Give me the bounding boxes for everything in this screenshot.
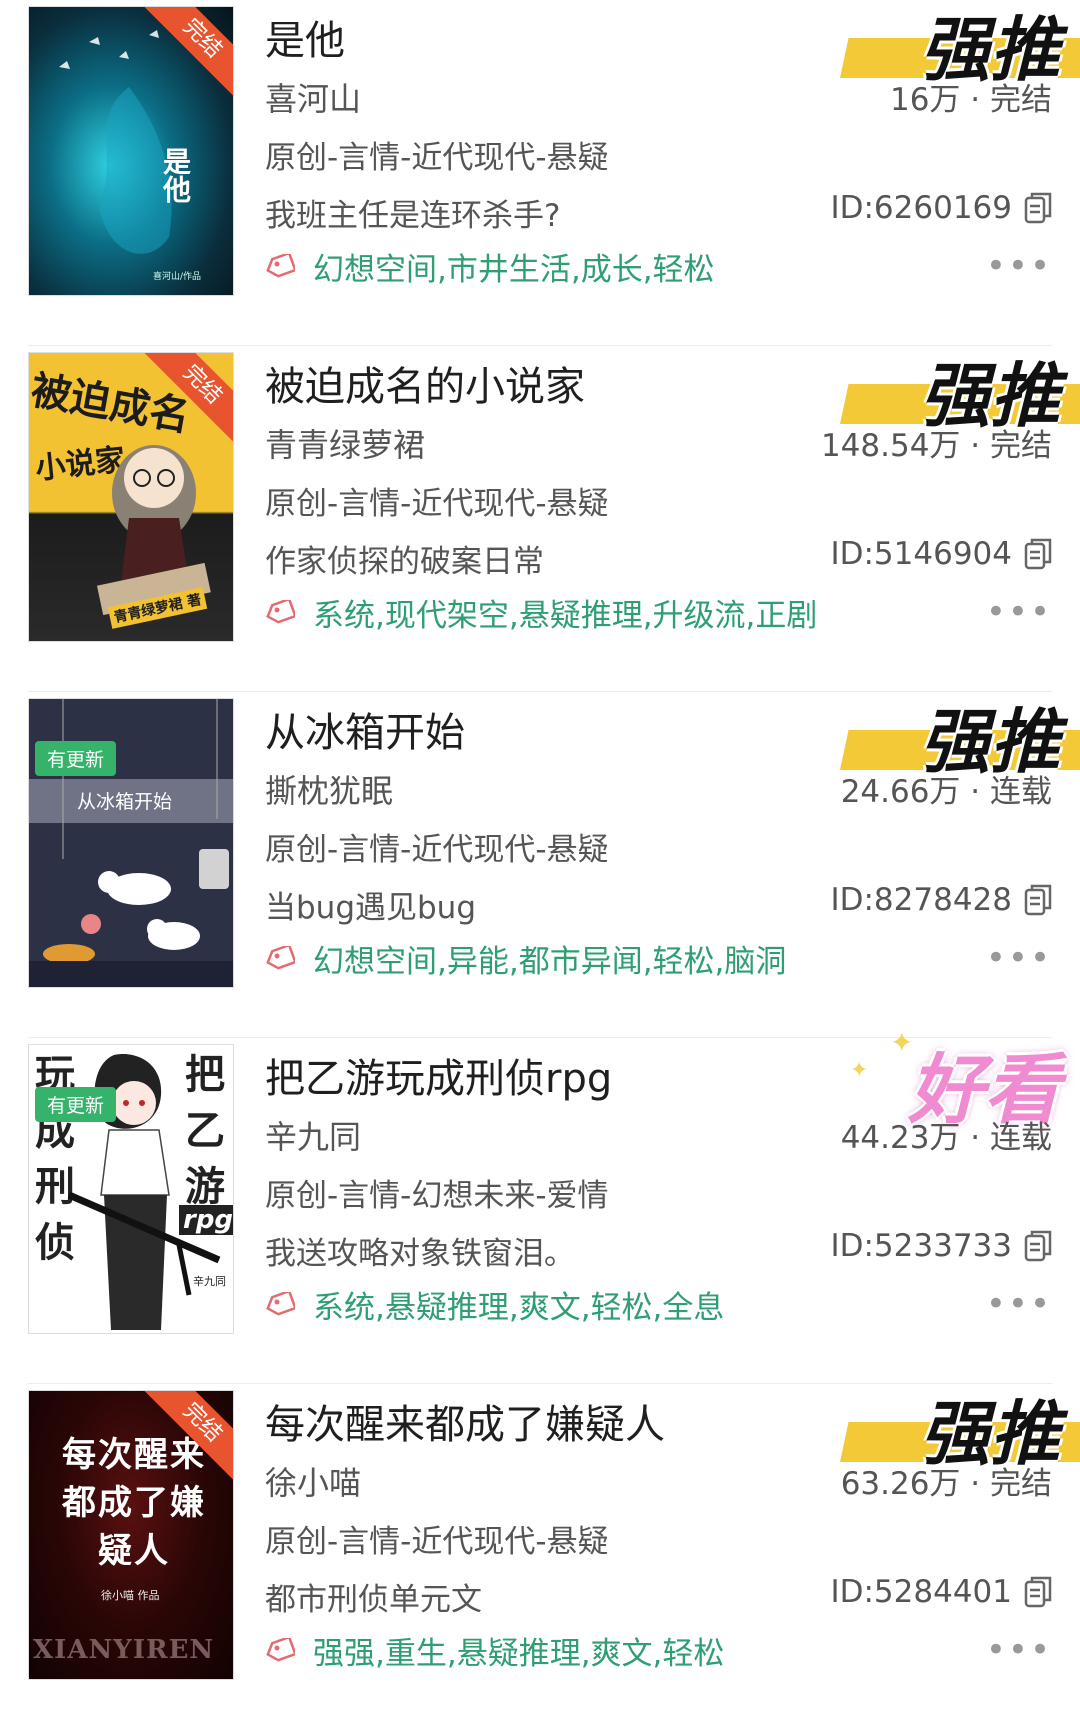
book-genre: 原创-言情-幻想未来-爱情: [265, 1178, 609, 1214]
book-item[interactable]: 从冰箱开始 有更新 从冰箱开始 撕枕犹眠 原创-言情-近代现代-悬疑 当bug遇…: [0, 692, 1080, 1038]
book-author[interactable]: 青青绿萝裙: [265, 420, 425, 466]
book-id-row: ID:5284401: [830, 1574, 1052, 1610]
book-genre: 原创-言情-近代现代-悬疑: [265, 486, 609, 522]
book-cover[interactable]: 是他 喜河山/作品 完结: [28, 6, 234, 296]
book-id-row: ID:6260169: [830, 190, 1052, 226]
book-stat: 63.26万 · 完结: [840, 1466, 1052, 1502]
book-author[interactable]: 喜河山: [265, 74, 361, 120]
book-genre: 原创-言情-近代现代-悬疑: [265, 1524, 609, 1560]
book-item[interactable]: 玩成刑侦 把乙游 rpg 辛九同 有更新 把乙游玩成刑侦rpg 辛九同 原创-言…: [0, 1026, 1080, 1384]
book-intro: 我班主任是连环杀手?: [265, 198, 561, 234]
tag-icon: [266, 254, 295, 278]
book-id: ID:5233733: [830, 1228, 1012, 1264]
book-item[interactable]: 是他 喜河山/作品 完结 是他 喜河山 原创-言情-近代现代-悬疑 我班主任是连…: [0, 0, 1080, 346]
book-intro: 作家侦探的破案日常: [265, 544, 544, 580]
more-options-icon[interactable]: •••: [986, 249, 1052, 283]
more-options-icon[interactable]: •••: [986, 595, 1052, 629]
book-id: ID:5284401: [830, 1574, 1012, 1610]
book-title[interactable]: 每次醒来都成了嫌疑人: [265, 1392, 665, 1450]
book-id-row: ID:5233733: [830, 1228, 1052, 1264]
more-options-icon[interactable]: •••: [986, 941, 1052, 975]
book-tags[interactable]: 幻想空间,异能,都市异闻,轻松,脑洞: [313, 936, 786, 981]
book-cover[interactable]: 被迫成名 小说家 青青绿萝裙 著 完结: [28, 352, 234, 642]
book-genre: 原创-言情-近代现代-悬疑: [265, 832, 609, 868]
more-options-icon[interactable]: •••: [986, 1633, 1052, 1667]
book-id-row: ID:5146904: [830, 536, 1052, 572]
book-intro: 都市刑侦单元文: [265, 1582, 482, 1618]
book-author[interactable]: 徐小喵: [265, 1458, 361, 1504]
sparkle-icon: ✦: [850, 1058, 869, 1083]
book-cover[interactable]: 从冰箱开始 有更新: [28, 698, 234, 988]
cover-author: 辛九同: [193, 1275, 226, 1288]
book-id: ID:8278428: [830, 882, 1012, 918]
tag-row: 幻想空间,异能,都市异闻,轻松,脑洞: [265, 936, 786, 981]
cover-title: 每次醒来都成了嫌疑人: [62, 1435, 206, 1571]
book-id-row: ID:8278428: [830, 882, 1052, 918]
book-author[interactable]: 撕枕犹眠: [265, 766, 393, 812]
book-list: 是他 喜河山/作品 完结 是他 喜河山 原创-言情-近代现代-悬疑 我班主任是连…: [0, 0, 1080, 1730]
book-tags[interactable]: 幻想空间,市井生活,成长,轻松: [313, 244, 715, 289]
cover-rpg: rpg: [179, 1205, 233, 1235]
book-author[interactable]: 辛九同: [265, 1112, 361, 1158]
book-tags[interactable]: 系统,悬疑推理,爽文,轻松,全息: [313, 1282, 724, 1327]
tag-row: 系统,悬疑推理,爽文,轻松,全息: [265, 1282, 724, 1327]
cover-footer: XIANYIREN: [33, 1635, 215, 1665]
copy-icon[interactable]: [1024, 884, 1052, 916]
book-intro: 我送攻略对象铁窗泪。: [265, 1236, 575, 1272]
tag-icon: [266, 1638, 295, 1662]
cover-title: 是他: [159, 147, 192, 203]
book-genre: 原创-言情-近代现代-悬疑: [265, 140, 609, 176]
tag-icon: [266, 600, 295, 624]
book-stat: 44.23万 · 连载: [840, 1120, 1052, 1156]
copy-icon[interactable]: [1024, 1230, 1052, 1262]
cover-update-badge: 有更新: [35, 1087, 117, 1122]
tag-row: 幻想空间,市井生活,成长,轻松: [265, 244, 715, 289]
tag-icon: [266, 946, 295, 970]
cover-author: 喜河山/作品: [153, 272, 202, 282]
book-stat: 148.54万 · 完结: [820, 428, 1052, 464]
copy-icon[interactable]: [1024, 1576, 1052, 1608]
book-intro: 当bug遇见bug: [265, 890, 477, 926]
book-title[interactable]: 是他: [265, 8, 345, 66]
copy-icon[interactable]: [1024, 192, 1052, 224]
book-stat: 24.66万 · 连载: [840, 774, 1052, 810]
more-options-icon[interactable]: •••: [986, 1287, 1052, 1321]
book-title[interactable]: 被迫成名的小说家: [265, 354, 585, 412]
book-tags[interactable]: 强强,重生,悬疑推理,爽文,轻松: [313, 1628, 724, 1673]
book-item[interactable]: 被迫成名 小说家 青青绿萝裙 著 完结 被迫成名的小说家 青青绿萝裙 原创-言情…: [0, 346, 1080, 692]
book-cover[interactable]: 每次醒来都成了嫌疑人 徐小喵 作品 XIANYIREN 完结: [28, 1390, 234, 1680]
book-title[interactable]: 把乙游玩成刑侦rpg: [265, 1046, 612, 1104]
book-id: ID:5146904: [830, 536, 1012, 572]
tag-icon: [266, 1292, 295, 1316]
tag-row: 强强,重生,悬疑推理,爽文,轻松: [265, 1628, 724, 1673]
tag-row: 系统,现代架空,悬疑推理,升级流,正剧: [265, 590, 817, 635]
book-tags[interactable]: 系统,现代架空,悬疑推理,升级流,正剧: [313, 590, 817, 635]
book-stat: 16万 · 完结: [889, 82, 1052, 118]
cover-author: 徐小喵 作品: [101, 1589, 160, 1602]
copy-icon[interactable]: [1024, 538, 1052, 570]
book-title[interactable]: 从冰箱开始: [265, 700, 465, 758]
book-cover[interactable]: 玩成刑侦 把乙游 rpg 辛九同 有更新: [28, 1044, 234, 1334]
book-id: ID:6260169: [830, 190, 1012, 226]
book-item[interactable]: 每次醒来都成了嫌疑人 徐小喵 作品 XIANYIREN 完结 每次醒来都成了嫌疑…: [0, 1384, 1080, 1730]
cover-update-badge: 有更新: [35, 741, 117, 776]
